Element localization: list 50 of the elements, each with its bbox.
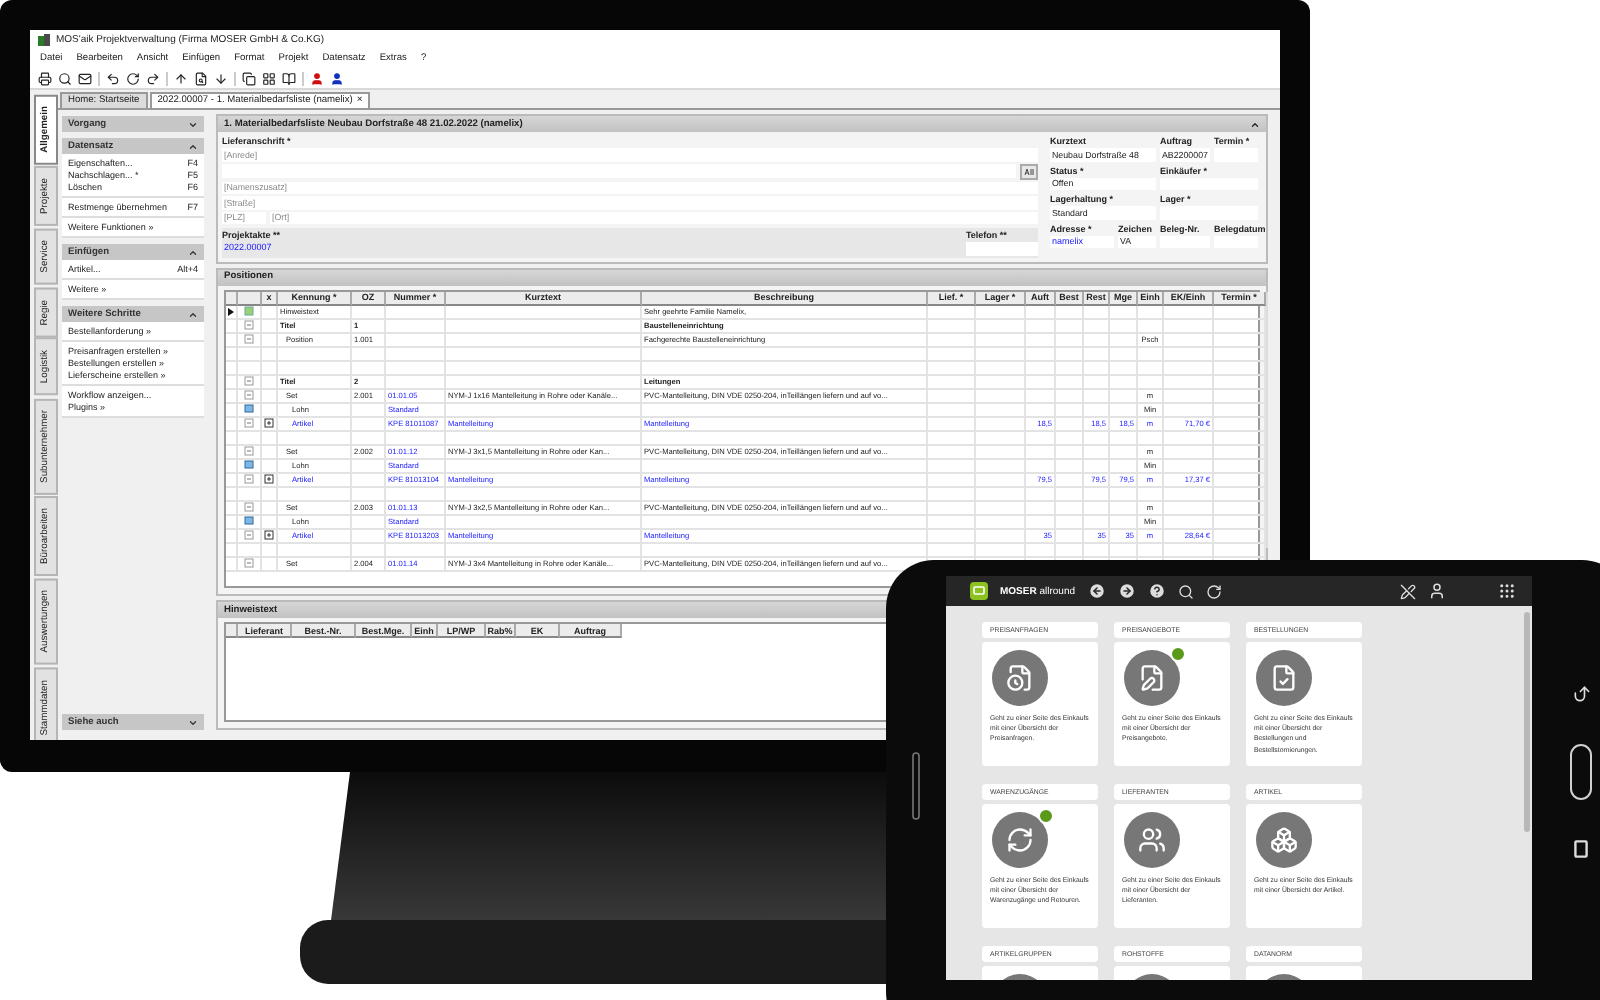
forward-icon[interactable]: [1117, 582, 1136, 600]
search-icon[interactable]: [58, 71, 72, 85]
document-pen-icon: [1138, 664, 1166, 692]
chevron-up-icon[interactable]: [188, 141, 198, 151]
chevron-up-icon[interactable]: [188, 309, 198, 319]
labor-icon: [244, 404, 254, 414]
app-icon: [38, 34, 50, 46]
arrow-up-icon[interactable]: [174, 71, 188, 85]
user-icon[interactable]: [310, 71, 324, 85]
header-cell: [226, 624, 238, 638]
chevron-up-icon[interactable]: [1250, 119, 1260, 129]
book-icon[interactable]: [282, 71, 296, 85]
back-icon[interactable]: [1087, 582, 1106, 600]
input-field[interactable]: [966, 242, 1038, 255]
expand-icon[interactable]: [264, 530, 274, 540]
labor-icon: [244, 460, 254, 470]
mail-icon[interactable]: [78, 71, 92, 85]
chevron-down-icon[interactable]: [188, 717, 198, 727]
apps-menu-icon[interactable]: [1498, 582, 1516, 600]
user-icon[interactable]: [330, 71, 344, 85]
undo-icon[interactable]: [106, 71, 120, 85]
pen-off-icon[interactable]: [1400, 583, 1416, 599]
file-search-icon[interactable]: [194, 71, 208, 85]
user-icon[interactable]: [1428, 582, 1446, 600]
copy-icon[interactable]: [242, 71, 256, 85]
refresh-icon: [1006, 826, 1034, 854]
labor-icon: [244, 516, 254, 526]
redo-icon[interactable]: [146, 71, 160, 85]
arrow-down-icon[interactable]: [214, 71, 228, 85]
expand-icon[interactable]: [264, 474, 274, 484]
home-button[interactable]: [1570, 744, 1592, 800]
expand-icon[interactable]: [264, 418, 274, 428]
input-field[interactable]: [222, 164, 1017, 178]
document-check-icon: [1270, 664, 1298, 692]
recent-apps-icon[interactable]: [1574, 840, 1588, 858]
grid-icon[interactable]: [262, 71, 276, 85]
document-clock-icon: [1006, 664, 1034, 692]
app-logo-icon: [970, 582, 988, 600]
chevron-up-icon[interactable]: [188, 247, 198, 257]
speaker-grille-icon: [912, 752, 920, 820]
chevron-down-icon[interactable]: [188, 119, 198, 129]
boxes-icon: [1270, 826, 1298, 854]
help-icon[interactable]: [1147, 582, 1166, 600]
note-icon: [244, 306, 254, 316]
text-edit-icon: [1024, 167, 1035, 175]
back-icon[interactable]: [1571, 684, 1591, 704]
refresh-icon[interactable]: [126, 71, 140, 85]
people-icon: [1138, 826, 1166, 854]
printer-icon[interactable]: [38, 71, 52, 85]
lookup-button[interactable]: [1020, 163, 1038, 179]
